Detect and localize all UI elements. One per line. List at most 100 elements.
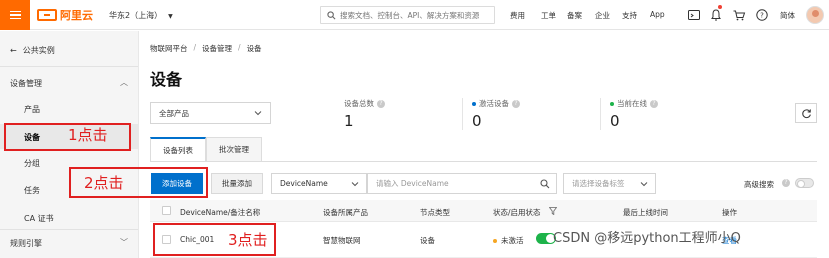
breadcrumb-devices: 设备 <box>246 44 262 53</box>
help-icon[interactable]: ? <box>377 99 385 108</box>
breadcrumb-separator: / <box>193 43 197 52</box>
product-select-value: 全部产品 <box>159 108 189 118</box>
sidebar-item-ca-certs[interactable]: CA 证书 <box>24 213 54 224</box>
select-all-checkbox[interactable] <box>162 206 171 215</box>
back-label: 公共实例 <box>22 46 55 55</box>
advanced-search-label: 高级搜索 <box>744 180 774 189</box>
chevron-down-icon <box>640 182 648 187</box>
language-switch[interactable]: 简体 <box>780 10 795 21</box>
stat-divider <box>462 98 463 130</box>
status-text: 未激活 <box>501 236 524 245</box>
stat-label: 设备总数 <box>344 99 374 108</box>
stat-online-devices: 当前在线? 0 <box>610 98 658 130</box>
stat-activated-devices: 激活设备? 0 <box>472 98 520 130</box>
breadcrumb-iot-platform[interactable]: 物联网平台 <box>150 43 188 54</box>
sidebar-group-device-management[interactable]: 设备管理 <box>10 78 42 89</box>
filter-icon[interactable] <box>549 207 557 215</box>
status-dot-icon <box>493 239 497 243</box>
aliyun-logo[interactable]: 阿里云 <box>37 7 93 23</box>
annotation-text-2: 2点击 <box>84 174 124 192</box>
stat-divider <box>600 98 601 130</box>
global-search-input[interactable] <box>340 10 490 20</box>
blue-dot-icon <box>472 101 476 106</box>
tabs-underline <box>150 161 817 162</box>
notification-dot <box>718 5 722 9</box>
menu-icon[interactable] <box>0 0 30 30</box>
column-node-type: 节点类型 <box>420 208 450 217</box>
chevron-down-icon <box>254 111 262 116</box>
column-device-name: DeviceName/备注名称 <box>180 208 261 217</box>
stat-total-devices: 设备总数? 1 <box>344 98 385 130</box>
search-icon <box>327 10 336 19</box>
nav-support[interactable]: 支持 <box>622 10 646 21</box>
device-name-search[interactable]: 请输入 DeviceName <box>367 173 557 194</box>
device-tag-select[interactable]: 请选择设备标签 <box>563 173 656 194</box>
help-icon[interactable]: ? <box>512 99 520 108</box>
breadcrumb-separator: / <box>238 43 241 52</box>
tab-device-list[interactable]: 设备列表 <box>150 137 206 161</box>
column-status: 状态/启用状态 <box>493 208 541 217</box>
nav-tickets[interactable]: 工单 <box>541 10 565 21</box>
stat-value: 0 <box>610 112 620 130</box>
chevron-down-icon[interactable]: ﹀ <box>120 237 128 248</box>
stat-value: 0 <box>472 112 482 130</box>
filter-field-value: DeviceName <box>280 179 328 188</box>
chevron-up-icon[interactable]: ︿ <box>120 77 128 88</box>
svg-text:?: ? <box>760 11 764 19</box>
tab-batch-management[interactable]: 批次管理 <box>206 137 262 161</box>
advanced-search-toggle[interactable] <box>795 178 814 188</box>
refresh-icon <box>801 108 811 118</box>
region-label: 华东2（上海） <box>109 11 163 20</box>
filter-field-select[interactable]: DeviceName <box>271 173 367 194</box>
green-dot-icon <box>610 101 614 106</box>
help-icon[interactable]: ? <box>650 99 658 108</box>
page-title: 设备 <box>150 70 183 89</box>
node-type-value: 设备 <box>420 236 435 245</box>
table-header: DeviceName/备注名称 设备所属产品 节点类型 状态/启用状态 最后上线… <box>150 200 817 222</box>
terminal-icon[interactable] <box>687 8 701 22</box>
stat-label: 当前在线 <box>617 99 647 108</box>
product-select[interactable]: 全部产品 <box>150 102 271 124</box>
logo-text: 阿里云 <box>60 9 93 22</box>
arrow-left-icon: ← <box>10 46 17 55</box>
breadcrumb-device-management[interactable]: 设备管理 <box>202 43 232 54</box>
global-search[interactable] <box>320 6 495 24</box>
sidebar-item-tasks[interactable]: 任务 <box>24 185 40 196</box>
chevron-down-icon <box>351 182 359 187</box>
nav-icp[interactable]: 备案 <box>567 10 591 21</box>
user-avatar[interactable] <box>806 6 824 24</box>
help-icon[interactable]: ? <box>755 8 769 22</box>
breadcrumb: 物联网平台 / 设备管理 / 设备 <box>150 43 262 54</box>
column-product: 设备所属产品 <box>323 208 368 217</box>
sidebar-item-groups[interactable]: 分组 <box>24 158 40 169</box>
status-badge: 未激活 <box>493 235 524 246</box>
sidebar-divider <box>0 229 138 230</box>
batch-add-button[interactable]: 批量添加 <box>211 173 263 194</box>
caret-down-icon: ▼ <box>168 13 173 20</box>
cart-icon[interactable] <box>732 8 746 22</box>
top-bar: 阿里云 华东2（上海） ▼ 费用 工单 备案 企业 支持 App ? 简体 <box>0 0 829 30</box>
nav-billing[interactable]: 费用 <box>510 10 534 21</box>
csdn-watermark: CSDN @移远python工程师小Q <box>553 231 741 246</box>
stat-value: 1 <box>344 112 354 130</box>
nav-enterprise[interactable]: 企业 <box>595 10 619 21</box>
back-to-instances[interactable]: ← 公共实例 <box>10 45 55 56</box>
help-icon[interactable]: ? <box>782 179 790 187</box>
tab-bar: 设备列表 批次管理 <box>150 137 262 161</box>
annotation-text-1: 1点击 <box>68 126 108 144</box>
device-tag-placeholder: 请选择设备标签 <box>572 179 625 188</box>
device-name-search-placeholder: 请输入 DeviceName <box>376 179 449 188</box>
bell-icon[interactable] <box>709 8 723 22</box>
sidebar-item-products[interactable]: 产品 <box>24 104 40 115</box>
column-actions: 操作 <box>722 208 737 217</box>
nav-app[interactable]: App <box>650 10 670 19</box>
column-last-online: 最后上线时间 <box>623 208 668 217</box>
product-link[interactable]: 智慧物联网 <box>323 235 361 246</box>
sidebar-group-rule-engine[interactable]: 规则引擎 <box>10 238 42 249</box>
region-selector[interactable]: 华东2（上海） ▼ <box>109 10 173 21</box>
refresh-button[interactable] <box>795 103 817 123</box>
stat-label: 激活设备 <box>479 99 509 108</box>
search-icon[interactable] <box>540 179 550 189</box>
logo-mark-icon <box>37 9 57 21</box>
sidebar-divider <box>0 66 138 67</box>
